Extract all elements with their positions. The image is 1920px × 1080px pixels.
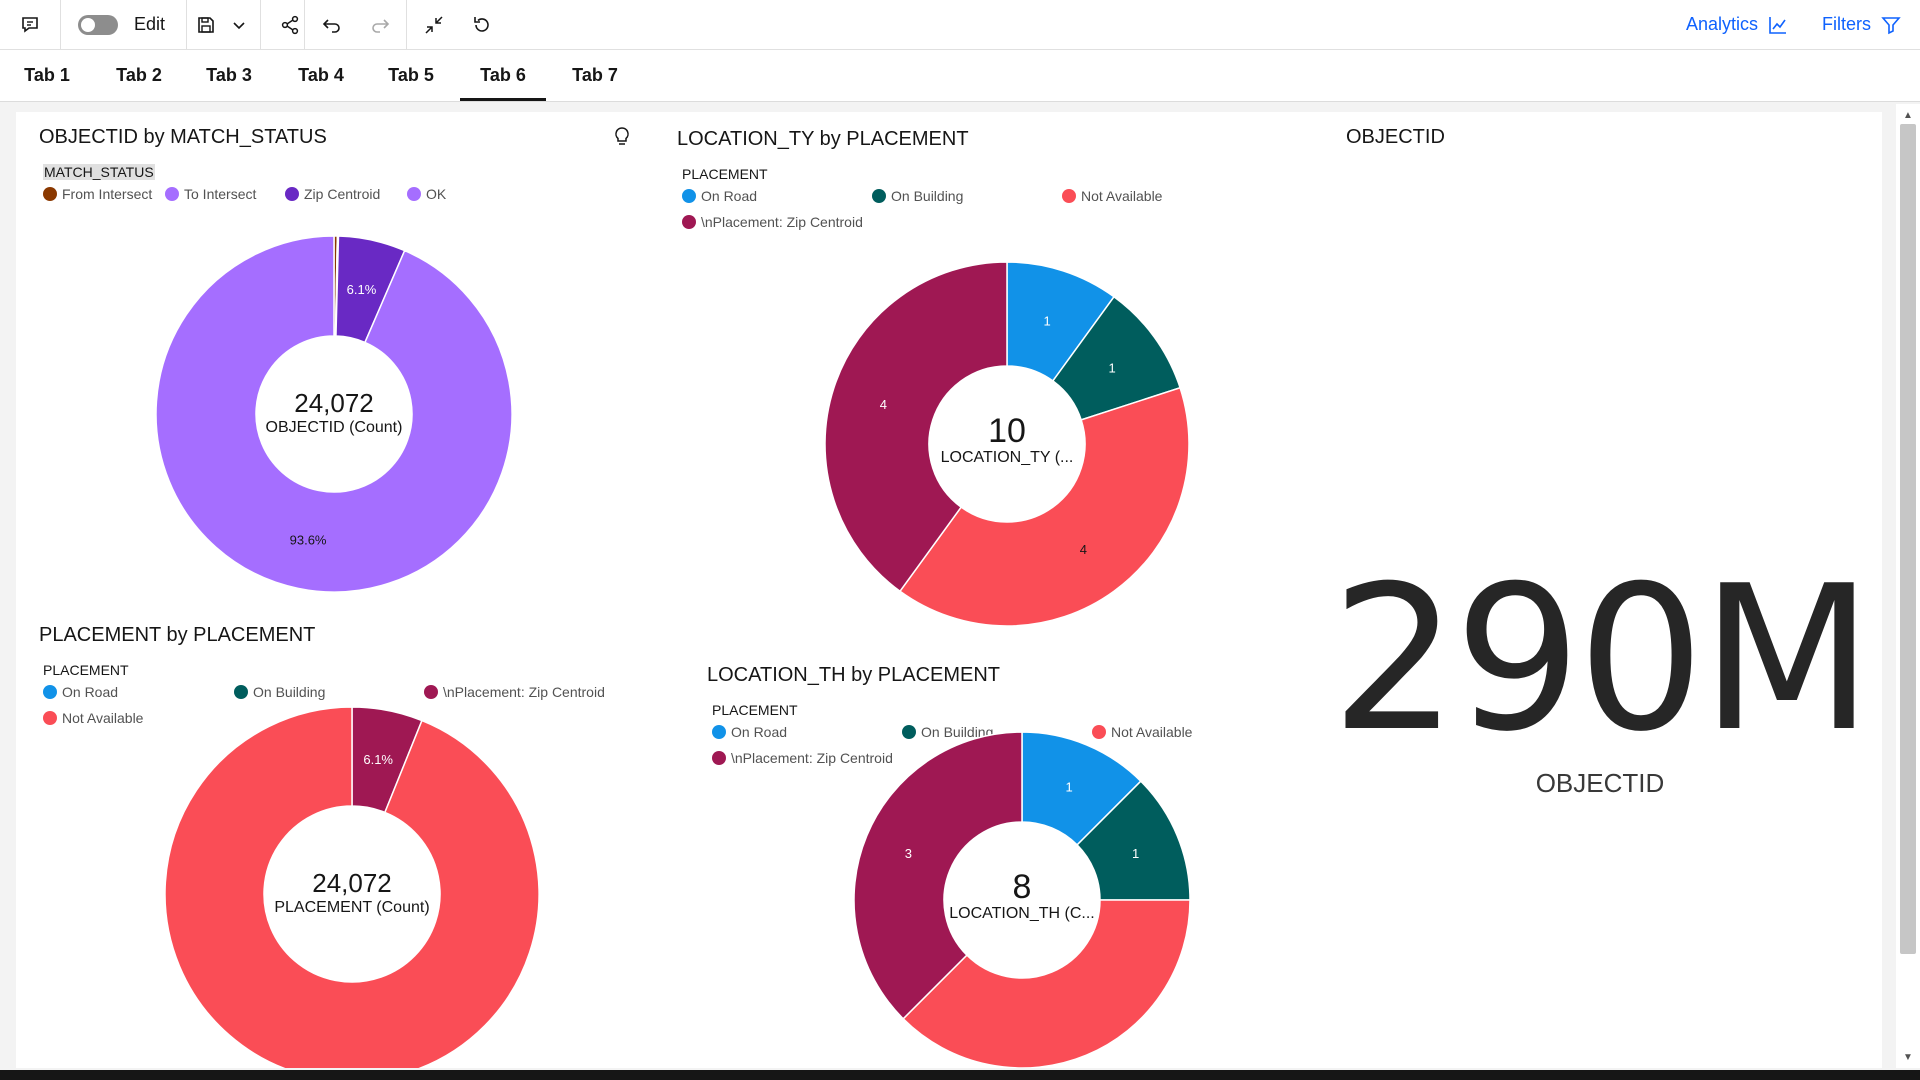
donut-chart-match-status: 6.1% 93.6% 24,072OBJECTID (Count) [155, 235, 513, 593]
donut-center-label: LOCATION_TH (C... [949, 905, 1095, 922]
comment-button[interactable] [10, 0, 50, 49]
donut-center-value: 10 [988, 412, 1026, 450]
slice-label: 6.1% [347, 282, 377, 297]
donut-chart-location-ty: 1 1 4 4 10LOCATION_TY (... [824, 261, 1190, 627]
tab-2[interactable]: Tab 2 [104, 50, 174, 101]
slice-label: 1 [1065, 779, 1072, 794]
save-menu-button[interactable] [222, 0, 256, 49]
widget-title-kpi: OBJECTID [1346, 126, 1445, 148]
tab-3[interactable]: Tab 3 [194, 50, 264, 101]
collapse-button[interactable] [412, 0, 456, 49]
reset-icon [474, 16, 489, 32]
donut-center-value: 8 [1013, 868, 1032, 906]
filter-icon [1881, 16, 1901, 34]
reset-button[interactable] [460, 0, 504, 49]
donut-center-value: 24,072 [312, 868, 392, 898]
chevron-down-icon [233, 21, 245, 29]
share-icon [281, 15, 299, 34]
minimize-icon [425, 15, 443, 34]
tab-4[interactable]: Tab 4 [286, 50, 356, 101]
redo-icon [372, 18, 390, 33]
redo-button[interactable] [358, 0, 402, 49]
analytics-icon [1769, 16, 1787, 34]
toggle-switch[interactable] [78, 14, 118, 35]
analytics-label: Analytics [1686, 14, 1759, 34]
slice-label: 4 [1080, 542, 1087, 557]
scroll-down-icon[interactable]: ▼ [1900, 1050, 1916, 1064]
slice-label: 6.1% [363, 752, 393, 767]
undo-icon [322, 18, 340, 33]
donut-center-label: OBJECTID (Count) [266, 419, 403, 436]
donut-center-value: 24,072 [294, 388, 374, 418]
scroll-up-icon[interactable]: ▲ [1900, 108, 1916, 122]
donut-center-label: PLACEMENT (Count) [274, 899, 429, 916]
toolbar: Edit Analytics Filters [0, 0, 1920, 50]
save-icon [198, 16, 214, 33]
save-button[interactable] [192, 0, 220, 49]
donut-center-label: LOCATION_TY (... [941, 449, 1074, 466]
slice-label: 93.6% [290, 532, 327, 547]
divider [304, 0, 305, 49]
undo-button[interactable] [310, 0, 354, 49]
bottom-bar [0, 1070, 1920, 1080]
tab-6[interactable]: Tab 6 [460, 50, 546, 101]
tab-7[interactable]: Tab 7 [560, 50, 630, 101]
edit-label: Edit [134, 14, 166, 34]
slice-label: 1 [1132, 846, 1139, 861]
tab-bar: Tab 1 Tab 2 Tab 3 Tab 4 Tab 5 Tab 6 Tab … [0, 50, 1920, 102]
slice-label: 4 [880, 397, 887, 412]
slice-label: 1 [1044, 313, 1051, 328]
divider [406, 0, 407, 49]
tab-1[interactable]: Tab 1 [12, 50, 82, 101]
filters-button[interactable]: Filters [1822, 0, 1901, 49]
edit-toggle[interactable]: Edit [78, 0, 182, 49]
share-button[interactable] [264, 0, 316, 49]
slice-label: 3 [905, 846, 912, 861]
divider [260, 0, 261, 49]
comment-icon [22, 16, 38, 33]
filters-label: Filters [1822, 14, 1871, 34]
tab-5[interactable]: Tab 5 [376, 50, 446, 101]
donut-chart-placement: 6.1% 24,072PLACEMENT (Count) [164, 706, 540, 1068]
divider [186, 0, 187, 49]
scrollbar-thumb[interactable] [1900, 124, 1916, 954]
divider [60, 0, 61, 49]
analytics-button[interactable]: Analytics [1686, 0, 1788, 49]
kpi-value: 290M [1330, 543, 1873, 776]
donut-chart-location-th: 1 1 3 8LOCATION_TH (C... [853, 731, 1191, 1068]
slice-label: 1 [1109, 361, 1116, 376]
kpi-label: OBJECTID [1535, 768, 1665, 798]
